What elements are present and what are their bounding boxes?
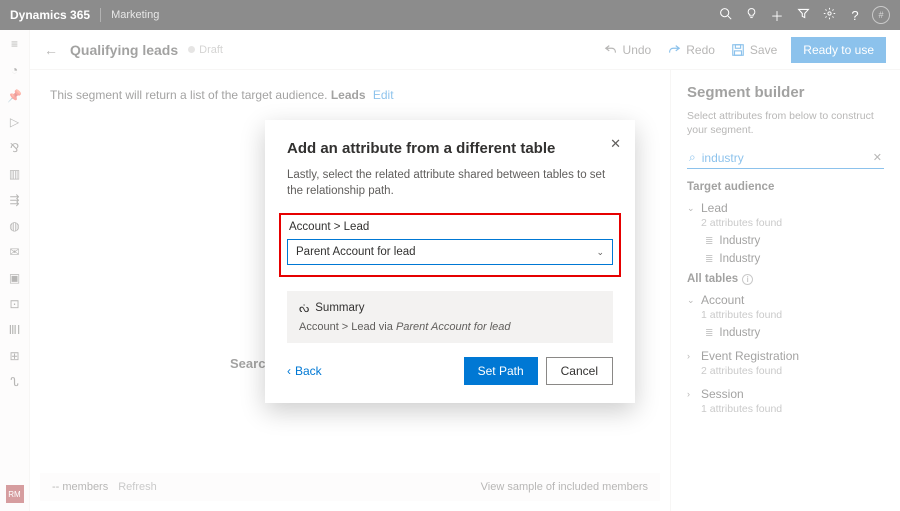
highlighted-region: Account > Lead Parent Account for lead ⌄	[279, 213, 621, 277]
summary-icon: ᔔ	[299, 301, 309, 315]
modal-title: Add an attribute from a different table	[287, 140, 613, 157]
summary-path: Account > Lead via Parent Account for le…	[299, 321, 601, 333]
path-breadcrumb: Account > Lead	[289, 221, 613, 233]
chevron-left-icon: ‹	[287, 364, 291, 378]
close-icon[interactable]: ✕	[610, 136, 621, 152]
modal-description: Lastly, select the related attribute sha…	[287, 167, 613, 199]
chevron-down-icon: ⌄	[596, 247, 604, 258]
relationship-dropdown[interactable]: Parent Account for lead ⌄	[287, 239, 613, 265]
back-button[interactable]: ‹Back	[287, 364, 322, 378]
summary-box: ᔔ Summary Account > Lead via Parent Accou…	[287, 291, 613, 343]
add-attribute-modal: ✕ Add an attribute from a different tabl…	[265, 120, 635, 403]
cancel-button[interactable]: Cancel	[546, 357, 613, 385]
set-path-button[interactable]: Set Path	[464, 357, 538, 385]
summary-label: Summary	[315, 302, 364, 314]
